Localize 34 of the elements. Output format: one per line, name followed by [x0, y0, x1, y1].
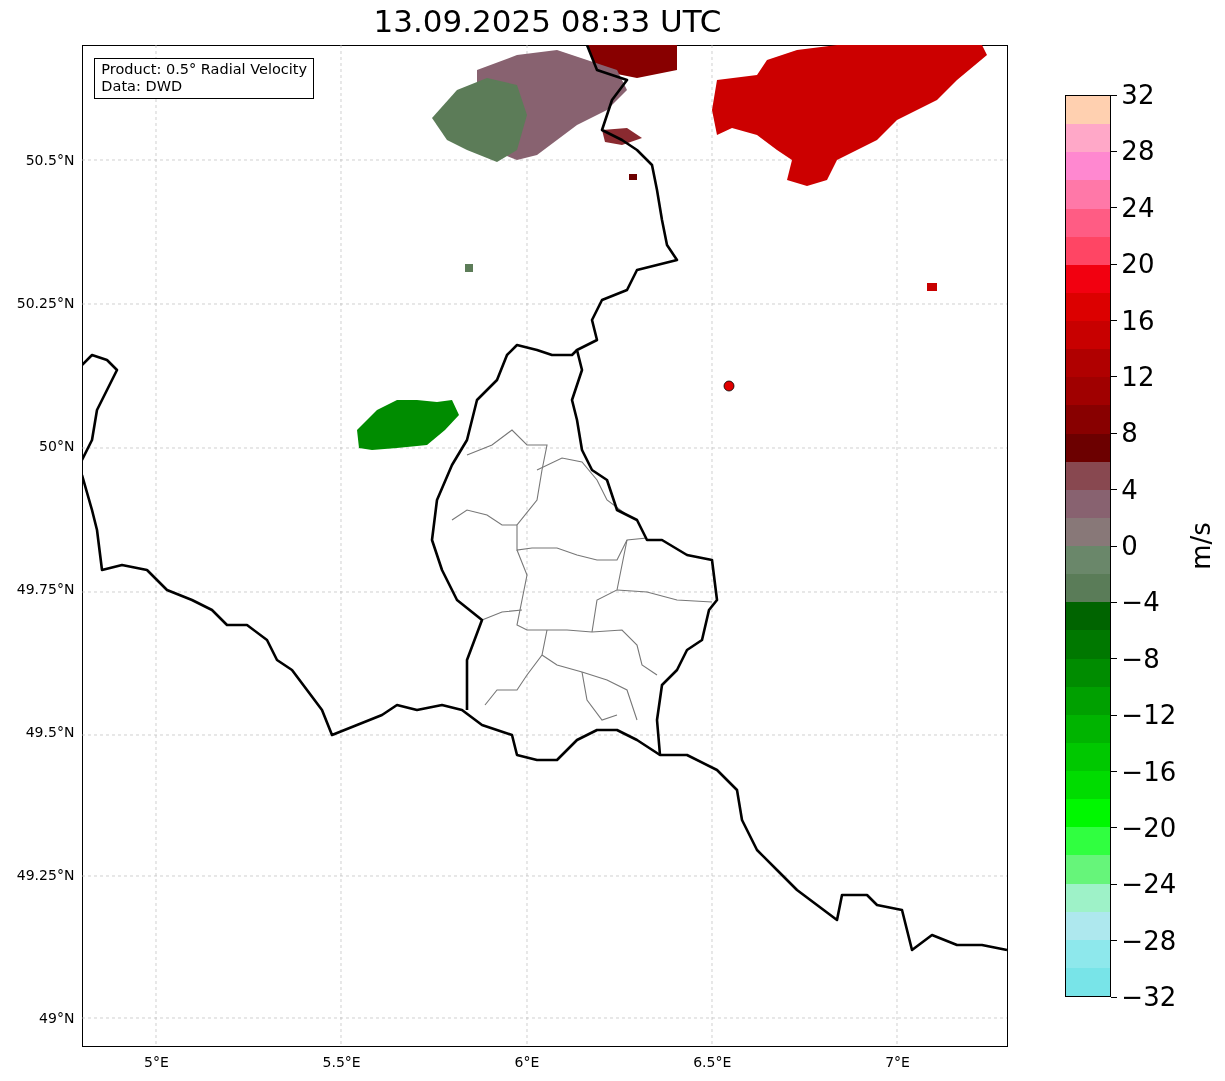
latitude-label: 49.5°N	[25, 725, 75, 739]
colorbar-tick-label: −4	[1121, 589, 1160, 616]
latitude-label: 50°N	[39, 439, 75, 453]
colorbar-tick-label: 4	[1121, 476, 1138, 503]
info-text: Product: 0.5° Radial Velocity	[101, 61, 308, 79]
latitude-label: 49.75°N	[16, 582, 75, 596]
latitude-label: 49.25°N	[16, 868, 75, 882]
chart-title: 13.09.2025 08:33 UTC	[372, 2, 723, 41]
colorbar-tick-label: −20	[1121, 814, 1177, 841]
colorbar-tick-label: 8	[1121, 420, 1138, 447]
colorbar-tick-label: −24	[1121, 871, 1177, 898]
colorbar-tick-label: 24	[1121, 194, 1155, 221]
longitude-label: 7°E	[885, 1055, 910, 1069]
longitude-label: 5.5°E	[322, 1055, 361, 1069]
colorbar-tick-label: 32	[1121, 82, 1155, 108]
colorbar-tick-label: −16	[1121, 758, 1177, 785]
longitude-label: 5°E	[144, 1055, 169, 1069]
latitude-label: 50.5°N	[25, 153, 75, 167]
tick-mark	[1111, 996, 1118, 998]
colorbar-tick-label: 16	[1121, 307, 1155, 334]
colorbar-tick-label: −28	[1121, 927, 1177, 954]
axis-label: m/s	[1188, 522, 1215, 570]
longitude-label: 6.5°E	[693, 1055, 732, 1069]
colorbar-tick-label: 12	[1121, 363, 1155, 390]
colorbar-tick-label: −8	[1121, 645, 1160, 672]
colorbar-tick-label: 20	[1121, 251, 1155, 278]
colorbar-tick-label: −32	[1121, 984, 1177, 1010]
colorbar-tick-label: 28	[1121, 138, 1155, 165]
longitude-label: 6°E	[514, 1055, 540, 1069]
info-text: Data: DWD	[101, 78, 184, 96]
colorbar-tick-label: −12	[1121, 702, 1177, 729]
colorbar-tick-label: 0	[1121, 533, 1138, 559]
latitude-label: 49°N	[39, 1011, 75, 1025]
latitude-label: 50.25°N	[16, 296, 75, 310]
